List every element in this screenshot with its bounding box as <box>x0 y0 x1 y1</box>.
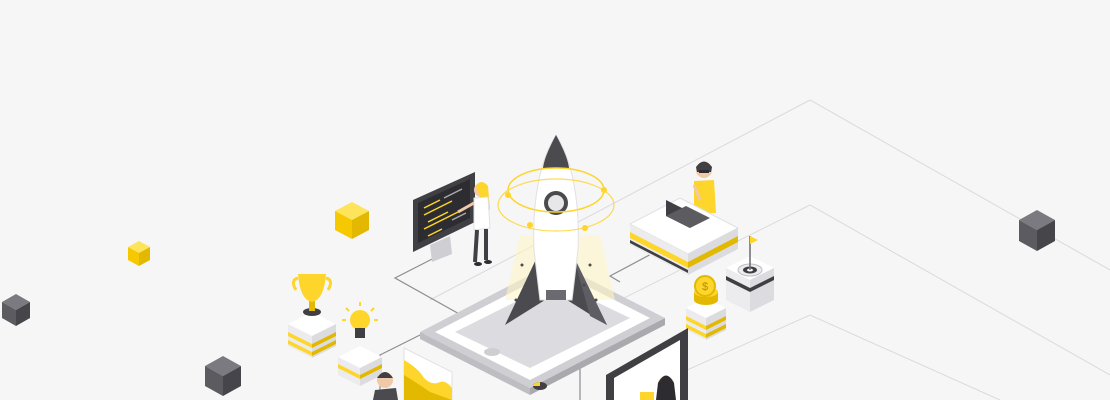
person-at-laptop-desk <box>628 161 740 275</box>
trophy-icon <box>288 274 336 358</box>
hero-illustration: $ <box>0 0 1110 400</box>
floating-cube-yellow-small <box>128 241 150 266</box>
analytics-chart-panel <box>403 347 453 400</box>
svg-text:$: $ <box>702 281 708 293</box>
floating-cube-gray-left <box>2 294 30 326</box>
coin-stack-icon: $ <box>686 275 726 340</box>
rocket-icon <box>497 134 615 325</box>
floating-cube-gray-right <box>1019 210 1055 251</box>
code-monitor <box>413 172 475 262</box>
gauge-icon <box>533 382 547 390</box>
floating-cube-yellow-large <box>335 202 369 239</box>
floating-cube-gray-bottom <box>205 356 241 396</box>
lightbulb-icon <box>338 302 382 386</box>
